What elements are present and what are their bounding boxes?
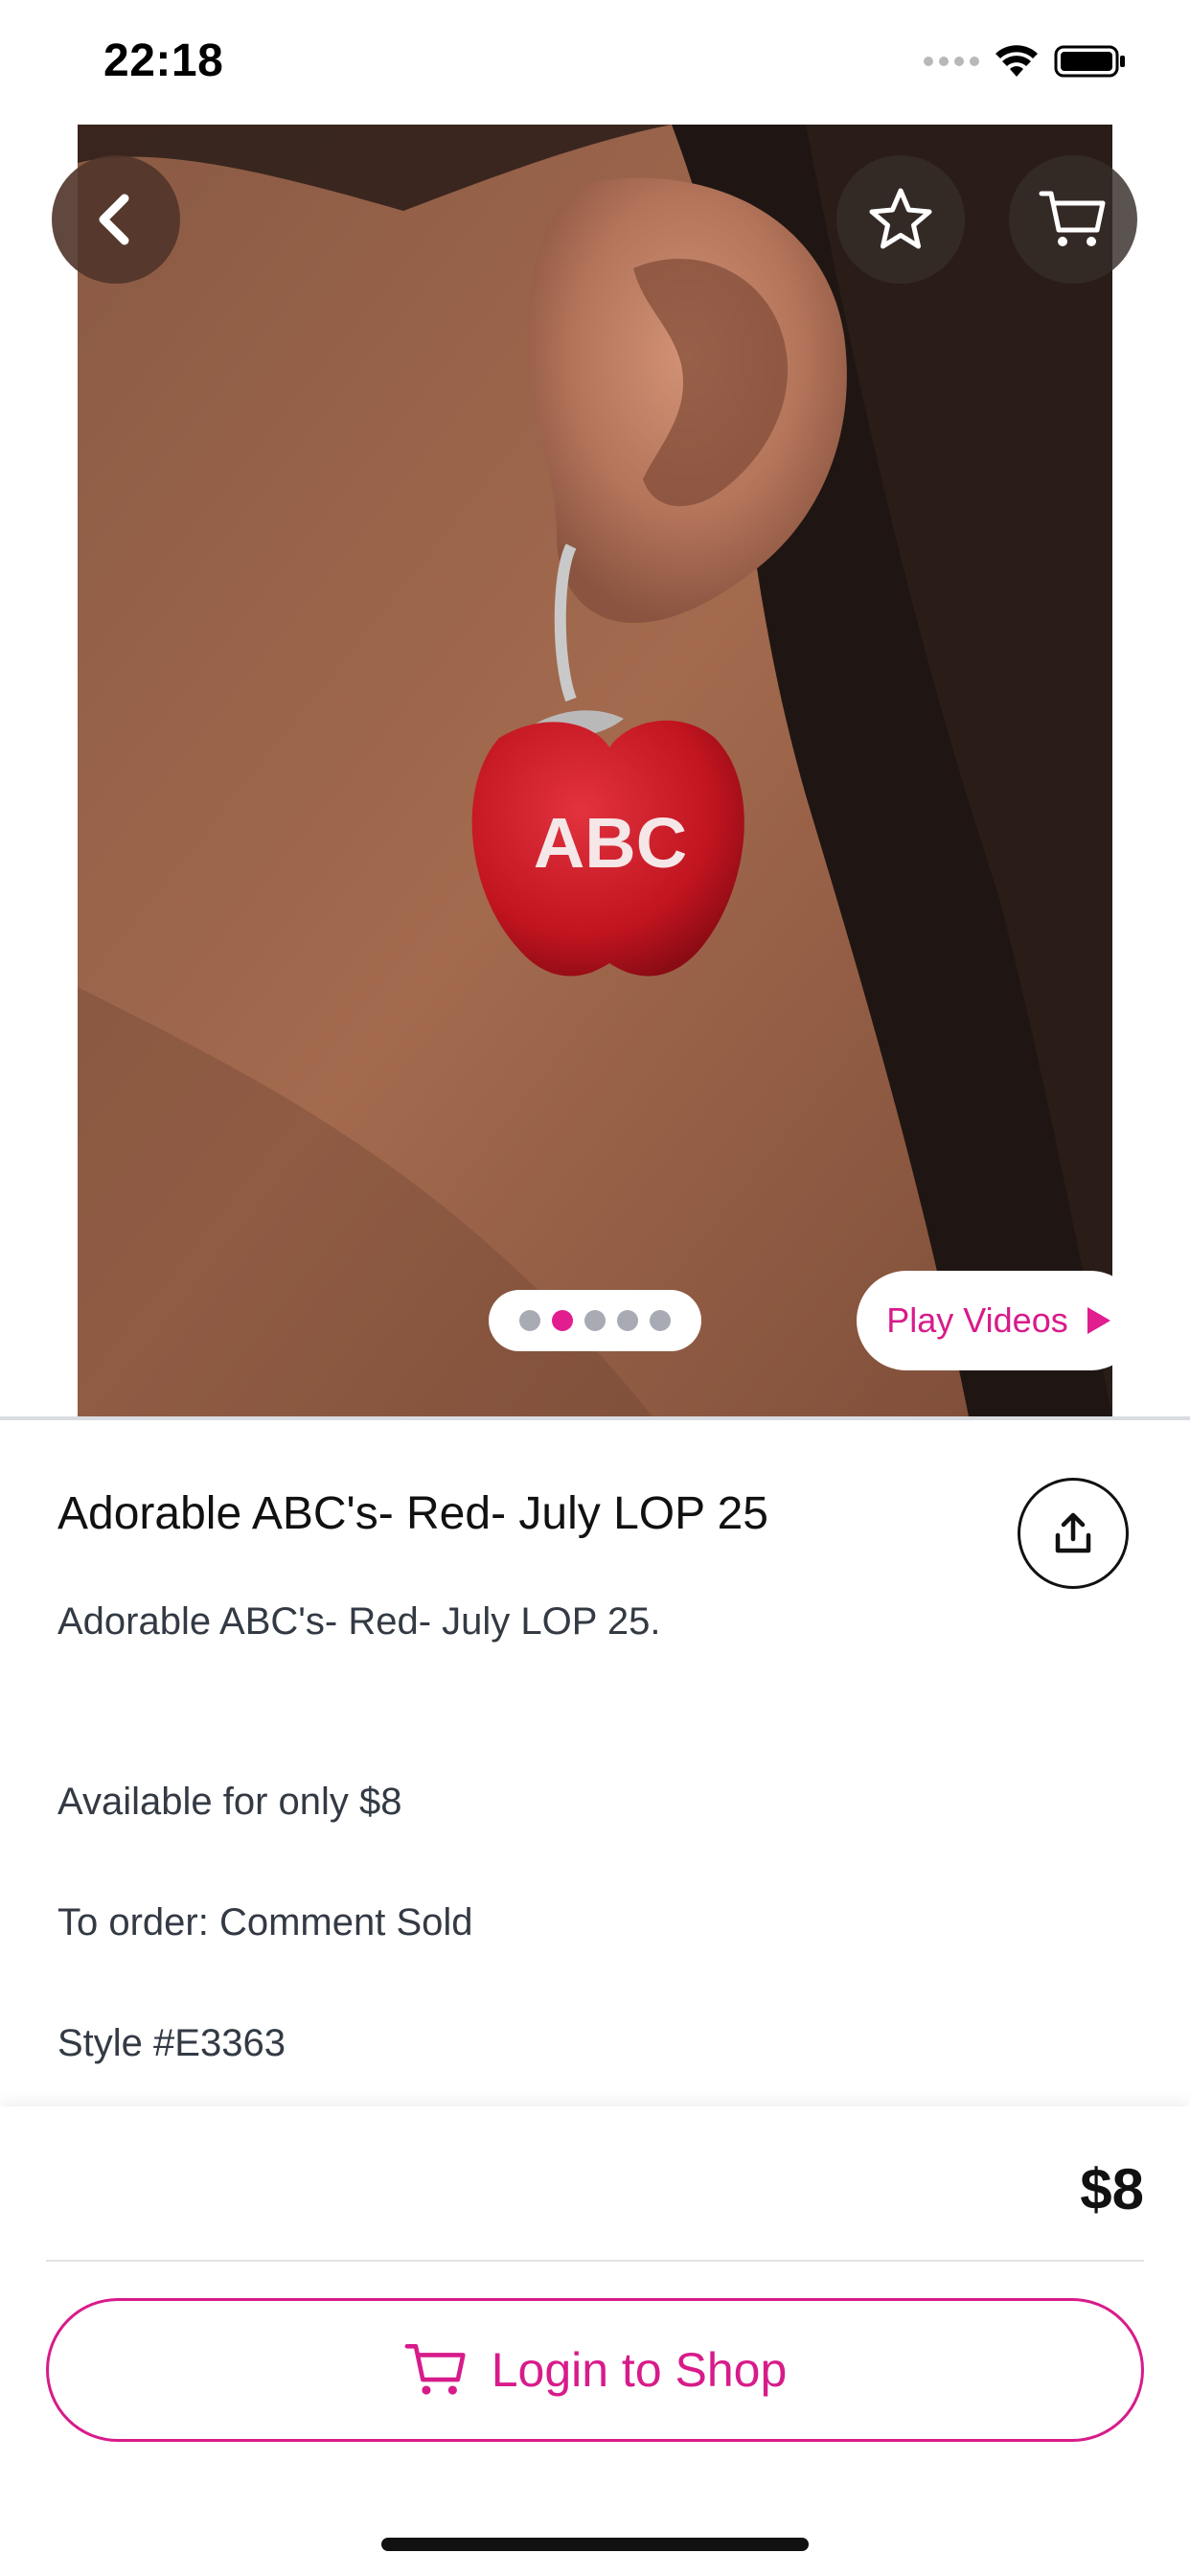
play-icon (1087, 1307, 1110, 1334)
login-to-shop-button[interactable]: Login to Shop (46, 2298, 1144, 2442)
home-indicator[interactable] (381, 2538, 809, 2551)
star-icon (869, 188, 932, 249)
cellular-signal-icon (924, 57, 979, 66)
share-icon (1055, 1512, 1091, 1553)
product-details: Adorable ABC's- Red- July LOP 25 Adorabl… (0, 1420, 1190, 2106)
wifi-icon (995, 45, 1038, 77)
product-availability: Available for only $8 (57, 1781, 402, 1823)
battery-icon (1054, 45, 1125, 78)
image-pager[interactable] (489, 1290, 701, 1351)
status-bar: 22:18 (0, 0, 1190, 125)
back-button[interactable] (52, 155, 180, 284)
pager-dot[interactable] (584, 1310, 606, 1331)
play-videos-button[interactable]: Play Videos (857, 1271, 1140, 1370)
product-photo: ABC (78, 125, 1112, 1416)
purchase-divider (46, 2260, 1144, 2262)
cart-icon (1039, 191, 1106, 246)
pager-dot-active[interactable] (552, 1310, 573, 1331)
product-subtitle: Adorable ABC's- Red- July LOP 25. (57, 1600, 661, 1643)
purchase-bar: $8 Login to Shop (0, 2106, 1190, 2576)
status-time: 22:18 (103, 35, 224, 86)
product-price: $8 (1080, 2157, 1144, 2221)
product-title: Adorable ABC's- Red- July LOP 25 (57, 1488, 768, 1539)
pager-dot[interactable] (519, 1310, 540, 1331)
cart-icon (404, 2344, 466, 2395)
favorite-button[interactable] (836, 155, 965, 284)
status-indicators (924, 44, 1127, 79)
play-videos-label: Play Videos (886, 1300, 1068, 1340)
pager-dot[interactable] (650, 1310, 671, 1331)
product-gallery[interactable]: ABC Play Videos (0, 125, 1190, 1416)
login-to-shop-label: Login to Shop (491, 2343, 788, 2397)
product-order-info: To order: Comment Sold (57, 1901, 473, 1944)
cart-button[interactable] (1009, 155, 1137, 284)
pager-dot[interactable] (617, 1310, 638, 1331)
share-button[interactable] (1018, 1478, 1129, 1589)
chevron-left-icon (99, 194, 129, 245)
apple-abc-text: ABC (534, 803, 687, 883)
product-style: Style #E3363 (57, 2022, 286, 2064)
